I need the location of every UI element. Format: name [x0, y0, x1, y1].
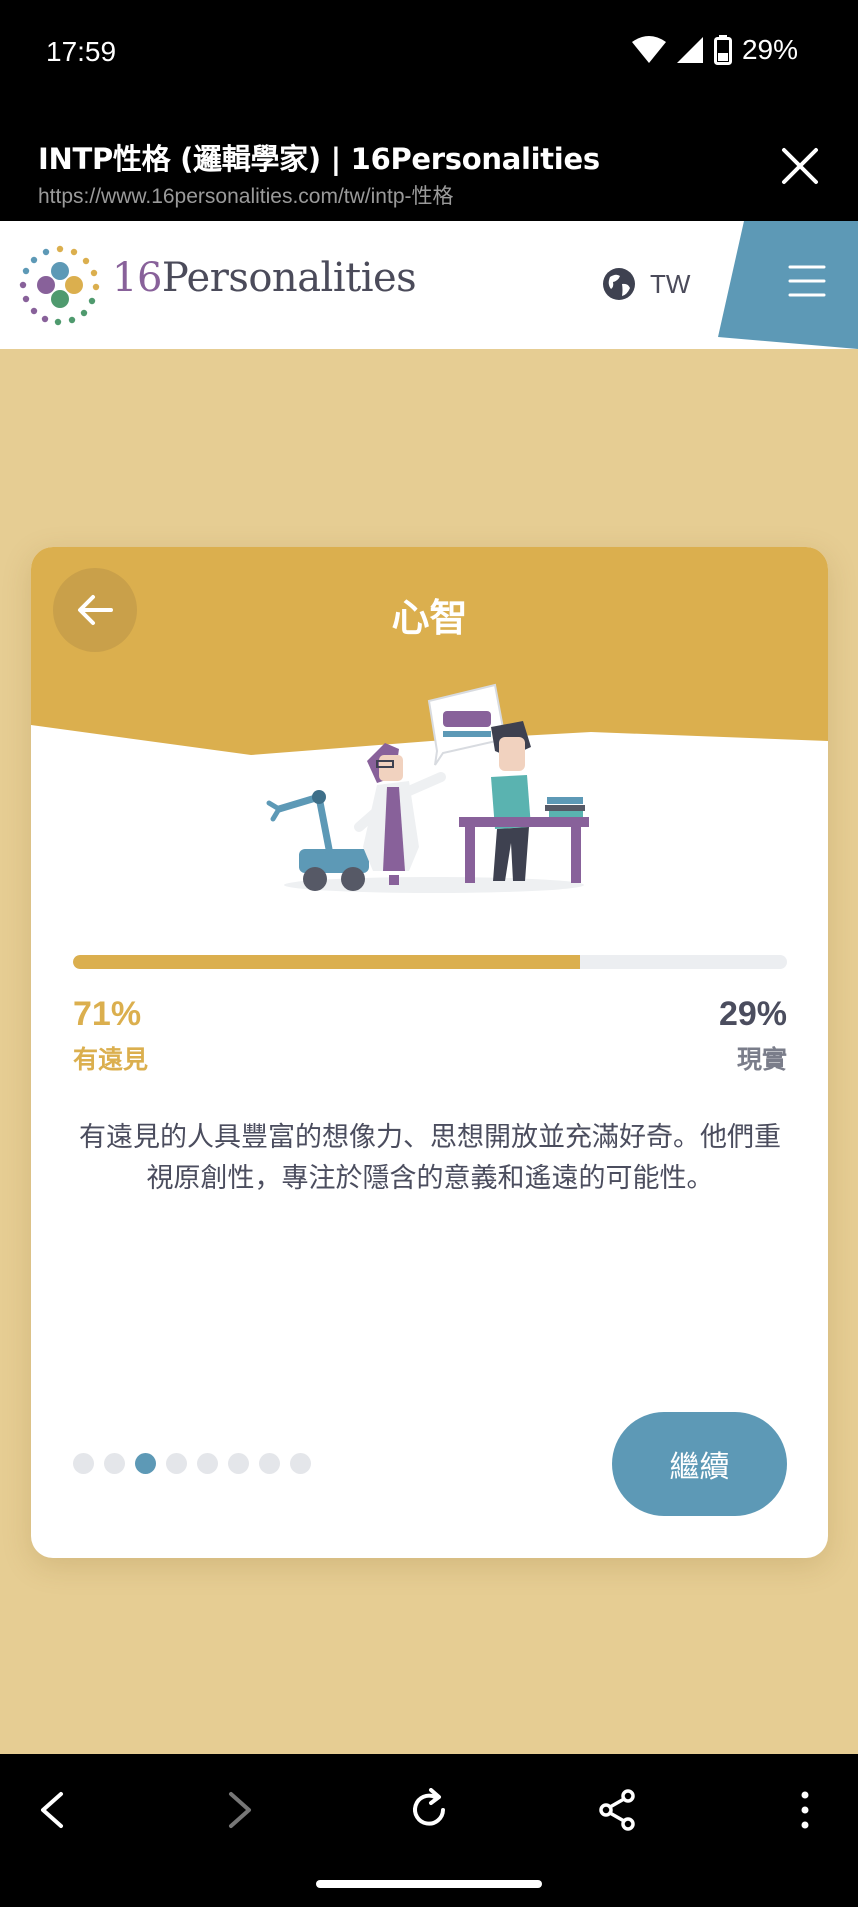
pagination-dot[interactable]: [104, 1453, 125, 1474]
signal-icon: [676, 37, 703, 63]
page-url[interactable]: https://www.16personalities.com/tw/intp-…: [38, 180, 454, 210]
continue-button[interactable]: 繼續: [612, 1412, 787, 1516]
pagination-dot[interactable]: [259, 1453, 280, 1474]
left-percent: 71%: [73, 995, 142, 1033]
forward-nav-button[interactable]: [210, 1780, 270, 1840]
status-time: 17:59: [46, 36, 117, 67]
menu-button[interactable]: [718, 221, 858, 349]
trait-card: 心智 71% 有遠見 29% 現實 有遠見的人具豐富的想像力、思想開放並充滿好奇…: [31, 547, 828, 1558]
page-title: INTP性格 (邏輯學家) | 16Personalities: [38, 142, 600, 176]
reload-icon: [413, 1788, 445, 1826]
right-trait-label: 現實: [736, 1045, 787, 1074]
more-icon: [801, 1791, 809, 1829]
battery-percent: 29%: [741, 34, 798, 65]
pagination-dot[interactable]: [228, 1453, 249, 1474]
status-icons: 29%: [631, 34, 798, 66]
trait-progress-bar: [73, 955, 787, 969]
battery-icon: [713, 35, 732, 65]
back-nav-button[interactable]: [22, 1780, 82, 1840]
trait-description: 有遠見的人具豐富的想像力、思想開放並充滿好奇。他們重視原創性，專注於隱含的意義和…: [79, 1122, 781, 1194]
pagination-dot-active[interactable]: [135, 1453, 156, 1474]
home-indicator[interactable]: [316, 1880, 542, 1888]
illustration-image: [266, 683, 589, 893]
browser-nav-bar: [0, 1754, 858, 1907]
globe-icon: [603, 268, 635, 300]
pagination-dot[interactable]: [73, 1453, 94, 1474]
progress-fill: [73, 955, 580, 969]
left-trait-label: 有遠見: [73, 1045, 149, 1074]
site-logo[interactable]: 16Personalities: [112, 255, 417, 301]
share-button[interactable]: [587, 1780, 647, 1840]
language-selector[interactable]: TW: [602, 267, 690, 301]
status-bar: 17:59 29%: [0, 0, 858, 108]
browser-tab-header: INTP性格 (邏輯學家) | 16Personalities https://…: [0, 108, 858, 221]
more-button[interactable]: [775, 1780, 835, 1840]
forward-icon: [229, 1792, 251, 1828]
site-header: 16Personalities TW: [0, 221, 858, 349]
pagination-dot[interactable]: [166, 1453, 187, 1474]
pagination-dot[interactable]: [290, 1453, 311, 1474]
back-icon: [41, 1792, 63, 1828]
logo-word: Personalities: [161, 255, 417, 301]
reload-button[interactable]: [399, 1780, 459, 1840]
language-label: TW: [650, 268, 691, 299]
close-icon[interactable]: [780, 146, 820, 186]
card-title: 心智: [391, 596, 468, 640]
pagination-dots: [73, 1453, 311, 1474]
right-percent: 29%: [718, 995, 787, 1033]
share-icon: [599, 1789, 635, 1831]
logo-number: 16: [112, 255, 162, 301]
pagination-dot[interactable]: [197, 1453, 218, 1474]
logo-icon[interactable]: [18, 243, 102, 327]
wifi-icon: [631, 36, 666, 63]
